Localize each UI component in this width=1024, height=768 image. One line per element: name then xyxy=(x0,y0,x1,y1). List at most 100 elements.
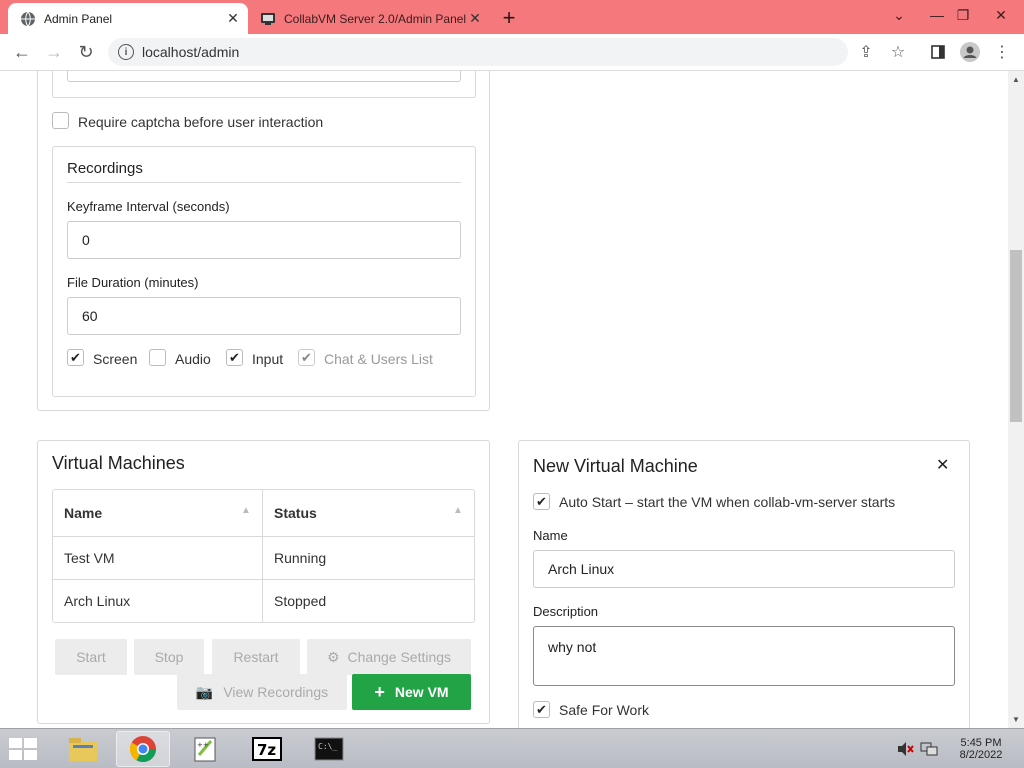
header-divider xyxy=(53,536,474,537)
chrome-icon[interactable] xyxy=(116,731,170,767)
audio-checkbox[interactable] xyxy=(149,349,166,366)
collabvm-icon xyxy=(260,11,276,27)
network-icon[interactable] xyxy=(920,729,938,768)
captcha-checkbox[interactable] xyxy=(52,112,69,129)
new-vm-button[interactable]: + New VM xyxy=(352,674,471,710)
description-value: why not xyxy=(548,639,597,655)
view-recordings-button[interactable]: 📷 View Recordings xyxy=(177,674,347,710)
back-icon[interactable]: ← xyxy=(8,38,36,66)
vm-name-input[interactable]: Arch Linux xyxy=(533,550,955,588)
description-textarea[interactable]: why not xyxy=(533,626,955,686)
reload-icon[interactable]: ↻ xyxy=(72,38,100,66)
tab-search-chevron-icon[interactable]: ⌄ xyxy=(884,0,914,30)
vm-row-status[interactable]: Running xyxy=(274,550,326,566)
bookmark-star-icon[interactable]: ☆ xyxy=(886,40,910,64)
close-icon[interactable]: ✕ xyxy=(936,455,949,475)
restore-icon[interactable]: ❐ xyxy=(948,0,978,30)
volume-muted-icon[interactable] xyxy=(896,729,914,768)
plus-icon: + xyxy=(374,681,385,702)
new-vm-card: New Virtual Machine ✕ ✔ Auto Start – sta… xyxy=(518,440,970,728)
browser-toolbar: ← → ↻ i localhost/admin ⇪ ☆ ⋮ xyxy=(0,34,1024,71)
view-recordings-label: View Recordings xyxy=(223,684,329,700)
globe-icon xyxy=(20,11,36,27)
tab-collabvm-admin[interactable]: CollabVM Server 2.0/Admin Panel ✕ xyxy=(250,3,490,34)
tab-title: CollabVM Server 2.0/Admin Panel xyxy=(284,11,466,26)
safe-for-work-label: Safe For Work xyxy=(559,702,649,718)
vm-row-name[interactable]: Test VM xyxy=(64,550,115,566)
svg-text:7z: 7z xyxy=(257,741,276,759)
screen-label: Screen xyxy=(93,351,138,367)
virtual-machines-card: Virtual Machines Name ▲ Status ▲ Test VM… xyxy=(37,440,490,724)
keyframe-interval-value: 0 xyxy=(82,232,90,248)
new-vm-heading: New Virtual Machine xyxy=(533,456,698,476)
vm-row-name[interactable]: Arch Linux xyxy=(64,593,130,609)
vm-table: Name ▲ Status ▲ Test VM Running Arch Lin… xyxy=(52,489,475,623)
new-tab-icon[interactable]: + xyxy=(496,5,522,31)
windows-start-icon[interactable] xyxy=(8,737,40,761)
7zip-icon[interactable]: 7z xyxy=(240,731,294,767)
vm-row-status[interactable]: Stopped xyxy=(274,593,326,609)
auto-start-label: Auto Start – start the VM when collab-vm… xyxy=(559,494,896,510)
url-text: localhost/admin xyxy=(142,44,240,60)
menu-kebab-icon[interactable]: ⋮ xyxy=(990,40,1014,64)
start-button[interactable]: Start xyxy=(55,639,127,675)
safe-for-work-checkbox[interactable]: ✔ xyxy=(533,701,550,718)
input-checkbox[interactable]: ✔ xyxy=(226,349,243,366)
new-vm-label: New VM xyxy=(394,684,449,700)
description-label: Description xyxy=(533,604,599,619)
auto-start-checkbox[interactable]: ✔ xyxy=(533,493,550,510)
scrollbar-thumb[interactable] xyxy=(1010,250,1022,422)
change-settings-button[interactable]: ⚙ Change Settings xyxy=(307,639,471,675)
server-settings-card: Require captcha before user interaction … xyxy=(37,71,490,411)
prev-input-field[interactable] xyxy=(67,71,461,82)
sort-asc-icon[interactable]: ▲ xyxy=(241,505,251,516)
browser-tab-strip: Admin Panel ✕ CollabVM Server 2.0/Admin … xyxy=(0,0,1024,34)
name-label: Name xyxy=(533,528,568,543)
recordings-section: Recordings Keyframe Interval (seconds) 0… xyxy=(52,146,476,397)
keyframe-interval-input[interactable]: 0 xyxy=(67,221,461,259)
share-icon[interactable]: ⇪ xyxy=(854,40,878,64)
svg-text:C:\_: C:\_ xyxy=(318,742,337,751)
profile-avatar-icon[interactable] xyxy=(958,40,982,64)
scroll-down-arrow-icon[interactable]: ▼ xyxy=(1008,712,1024,726)
tab-close-icon[interactable]: ✕ xyxy=(466,10,484,28)
camera-icon: 📷 xyxy=(195,683,214,700)
prev-section-box xyxy=(52,71,476,98)
site-info-icon[interactable]: i xyxy=(118,44,134,60)
file-duration-label: File Duration (minutes) xyxy=(67,275,199,290)
notepad-plus-plus-icon[interactable]: ++ xyxy=(178,731,232,767)
restart-button[interactable]: Restart xyxy=(212,639,300,675)
column-header-status[interactable]: Status xyxy=(274,505,317,521)
clock-date: 8/2/2022 xyxy=(959,749,1003,761)
chat-users-label: Chat & Users List xyxy=(324,351,433,367)
audio-label: Audio xyxy=(175,351,211,367)
clock-time: 5:45 PM xyxy=(960,737,1002,749)
stop-button[interactable]: Stop xyxy=(134,639,204,675)
address-bar[interactable]: i localhost/admin xyxy=(108,38,848,66)
column-header-name[interactable]: Name xyxy=(64,505,102,521)
command-prompt-icon[interactable]: C:\_ xyxy=(302,731,356,767)
svg-text:++: ++ xyxy=(197,741,209,749)
tab-close-icon[interactable]: ✕ xyxy=(224,10,242,28)
tab-admin-panel[interactable]: Admin Panel ✕ xyxy=(8,3,248,34)
system-clock[interactable]: 5:45 PM 8/2/2022 xyxy=(946,729,1016,768)
side-panel-icon[interactable] xyxy=(926,40,950,64)
divider xyxy=(67,182,461,183)
file-duration-input[interactable]: 60 xyxy=(67,297,461,335)
gear-icon: ⚙ xyxy=(326,648,340,665)
screen-checkbox[interactable]: ✔ xyxy=(67,349,84,366)
file-explorer-icon[interactable] xyxy=(56,731,110,767)
vms-heading: Virtual Machines xyxy=(52,453,185,473)
row-divider xyxy=(53,579,474,580)
page-viewport: Require captcha before user interaction … xyxy=(0,71,1008,728)
change-settings-label: Change Settings xyxy=(347,649,452,665)
forward-icon[interactable]: → xyxy=(40,38,68,66)
sort-asc-icon[interactable]: ▲ xyxy=(453,505,463,516)
input-label: Input xyxy=(252,351,284,367)
recordings-heading: Recordings xyxy=(67,160,143,177)
vm-name-value: Arch Linux xyxy=(548,561,615,577)
scroll-up-arrow-icon[interactable]: ▲ xyxy=(1008,72,1024,86)
keyframe-interval-label: Keyframe Interval (seconds) xyxy=(67,199,230,214)
chat-users-checkbox[interactable]: ✔ xyxy=(298,349,315,366)
close-window-icon[interactable]: ✕ xyxy=(986,0,1016,30)
